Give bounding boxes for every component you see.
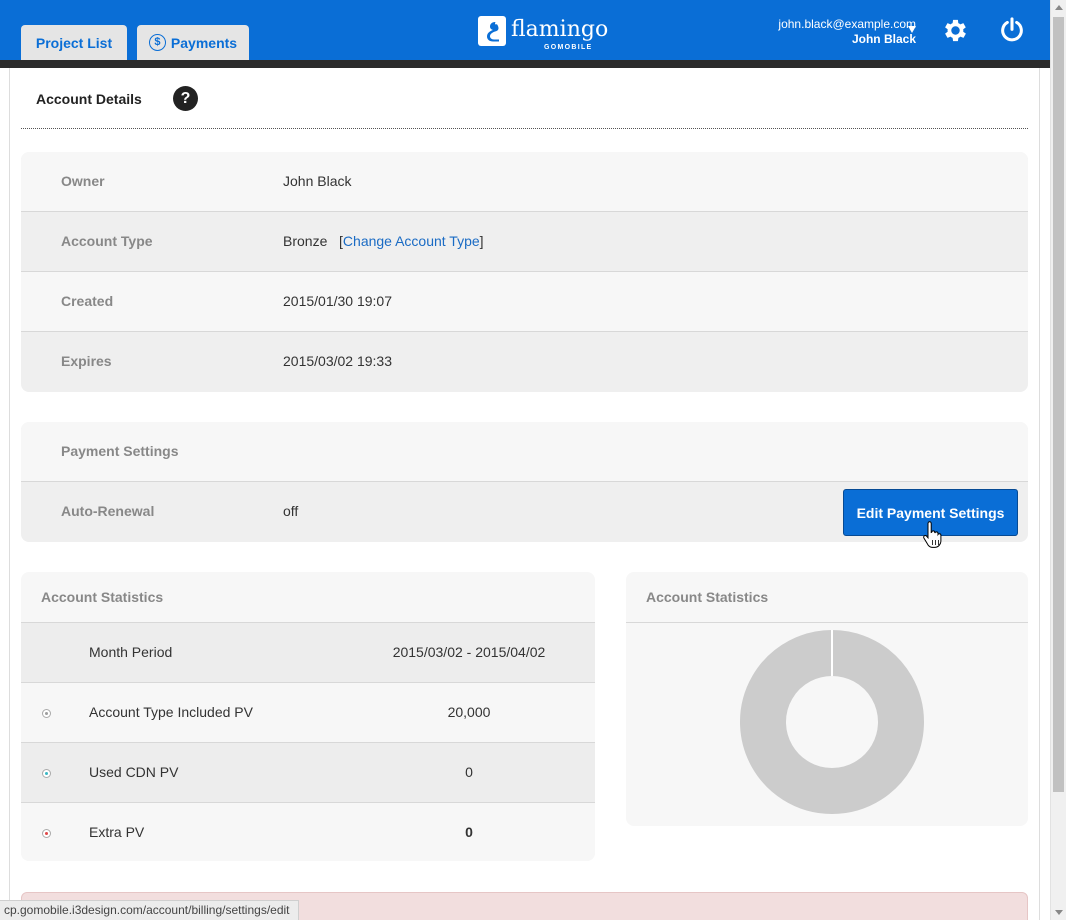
legend-dot-icon [42, 829, 51, 838]
payment-settings-heading: Payment Settings [61, 443, 179, 459]
logo-subtitle: GOMOBILE [544, 44, 593, 51]
stats-table-header: Account Statistics [21, 572, 595, 623]
scroll-up-icon[interactable] [1055, 5, 1063, 10]
divider [21, 128, 1028, 129]
chart-panel-header: Account Statistics [626, 572, 1028, 623]
legend-dot-icon [42, 709, 51, 718]
used-cdn-pv-value: 0 [465, 764, 473, 780]
legend-dot-icon [42, 769, 51, 778]
scroll-down-icon[interactable] [1055, 910, 1063, 915]
account-type-row: Account Type Bronze [Change Account Type… [21, 212, 1028, 272]
logo-wordmark: flamingo [511, 17, 609, 42]
account-statistics-chart-panel: Account Statistics [626, 572, 1028, 826]
expires-row: Expires 2015/03/02 19:33 [21, 332, 1028, 392]
tab-project-list-label: Project List [35, 34, 113, 51]
created-label: Created [61, 293, 114, 309]
account-statistics-table: Account Statistics Month Period 2015/03/… [21, 572, 595, 861]
owner-label: Owner [61, 173, 105, 189]
flamingo-logo-icon [478, 16, 506, 46]
account-type-label: Account Type [61, 233, 153, 249]
stats-row-month-period: Month Period 2015/03/02 - 2015/04/02 [21, 623, 595, 683]
created-value: 2015/01/30 19:07 [283, 293, 392, 309]
extra-pv-label: Extra PV [89, 824, 145, 840]
dollar-coin-icon: $ [148, 34, 166, 51]
help-icon[interactable]: ? [173, 86, 198, 111]
auto-renewal-value: off [283, 503, 299, 519]
hand-pointer-icon [923, 521, 942, 548]
stats-row-used-cdn-pv: Used CDN PV 0 [21, 743, 595, 803]
chart-panel-title: Account Statistics [646, 589, 769, 605]
user-menu[interactable]: john.black@example.com John Black [778, 17, 916, 47]
expires-label: Expires [61, 353, 112, 369]
account-type-value-group: Bronze [Change Account Type] [283, 233, 484, 249]
auto-renewal-label: Auto-Renewal [61, 503, 155, 519]
extra-pv-value: 0 [465, 824, 473, 840]
tab-payments-label: Payments [170, 34, 238, 51]
power-icon[interactable] [998, 16, 1026, 44]
included-pv-value: 20,000 [447, 704, 491, 720]
pv-donut-chart [740, 630, 924, 814]
bracket-close: ] [479, 233, 484, 249]
scroll-thumb[interactable] [1053, 17, 1064, 792]
tab-project-list[interactable]: Project List [21, 25, 127, 60]
owner-value: John Black [283, 173, 352, 189]
gear-icon[interactable] [941, 16, 970, 45]
month-period-value: 2015/03/02 - 2015/04/02 [392, 644, 546, 660]
page-title: Account Details [36, 91, 142, 107]
account-details-panel: Owner John Black Account Type Bronze [Ch… [21, 152, 1028, 392]
tab-payments[interactable]: $ Payments [137, 25, 249, 60]
payment-settings-heading-row: Payment Settings [21, 422, 1028, 482]
stats-row-included-pv: Account Type Included PV 20,000 [21, 683, 595, 743]
payment-settings-panel: Payment Settings Auto-Renewal off Edit P… [21, 422, 1028, 542]
stats-row-extra-pv: Extra PV 0 [21, 803, 595, 861]
flamingo-logo[interactable]: flamingo GOMOBILE [478, 16, 608, 54]
used-cdn-pv-label: Used CDN PV [89, 764, 179, 780]
user-name: John Black [851, 32, 916, 46]
expires-value: 2015/03/02 19:33 [283, 353, 392, 369]
status-bar-url: cp.gomobile.i3design.com/account/billing… [0, 900, 299, 920]
stats-table-title: Account Statistics [41, 589, 164, 605]
change-account-type-link[interactable]: Change Account Type [343, 233, 480, 249]
included-pv-label: Account Type Included PV [89, 704, 253, 720]
caret-down-icon[interactable] [908, 26, 916, 33]
vertical-scrollbar[interactable] [1050, 0, 1066, 920]
user-email: john.black@example.com [778, 17, 916, 31]
created-row: Created 2015/01/30 19:07 [21, 272, 1028, 332]
month-period-label: Month Period [89, 644, 173, 660]
auto-renewal-row: Auto-Renewal off Edit Payment Settings [21, 482, 1028, 542]
account-type-value: Bronze [283, 233, 328, 249]
header-divider [0, 60, 1050, 68]
owner-row: Owner John Black [21, 152, 1028, 212]
